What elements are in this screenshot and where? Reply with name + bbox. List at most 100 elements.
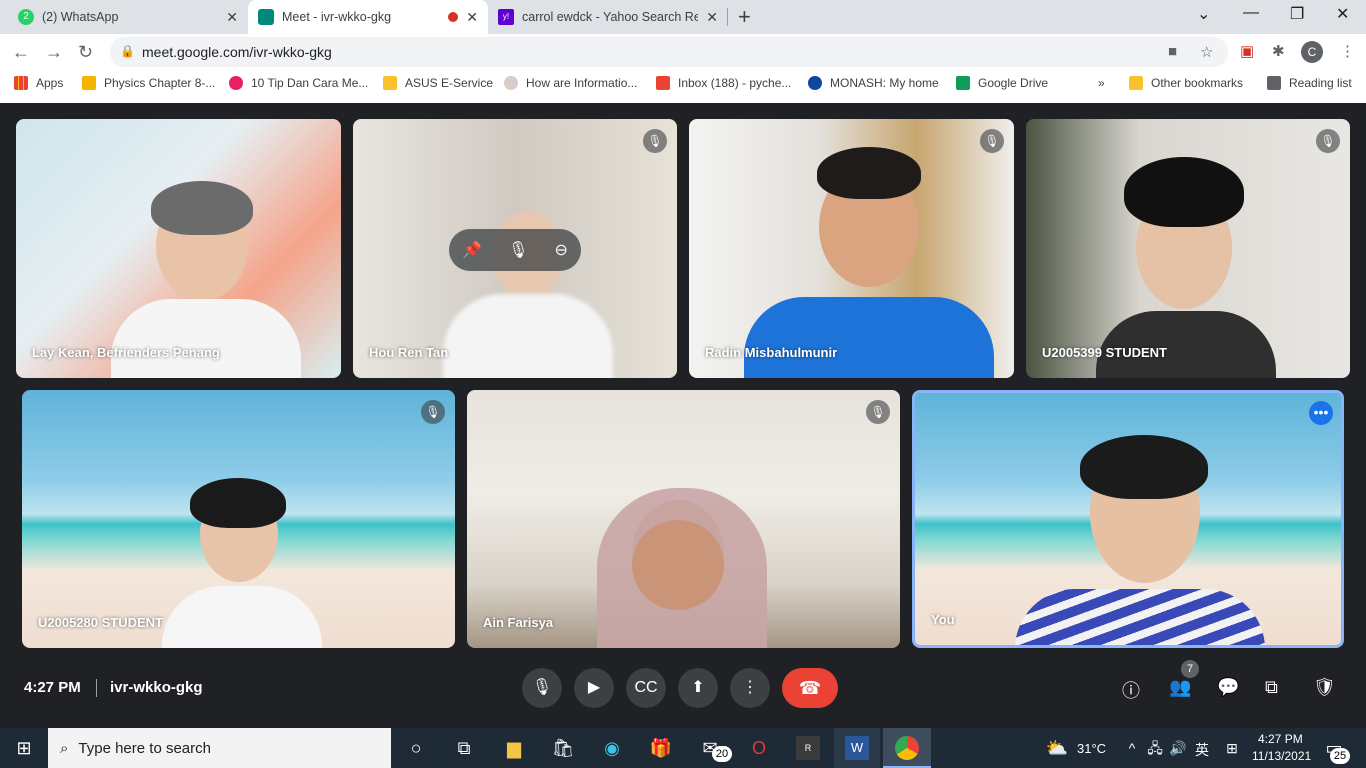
search-placeholder: Type here to search	[78, 739, 211, 757]
tab-title: carrol ewdck - Yahoo Search Resu	[522, 10, 699, 24]
bookmark-label: Apps	[36, 76, 64, 90]
bookmark-item[interactable]: How are Informatio...	[504, 76, 637, 90]
opera-icon[interactable]: O	[747, 736, 771, 760]
reading-list-button[interactable]: Reading list	[1267, 76, 1352, 90]
volume-icon[interactable]: 🔊	[1166, 736, 1190, 760]
camera-button[interactable]: ▶	[574, 668, 614, 708]
task-view-icon[interactable]: ⧉	[452, 736, 476, 760]
participant-name: You	[931, 612, 955, 627]
gift-icon[interactable]: 🎁	[649, 736, 673, 760]
bookmark-item[interactable]: 10 Tip Dan Cara Me...	[229, 76, 368, 90]
tab-search-icon[interactable]: ⌄	[1197, 4, 1210, 24]
bookmark-item[interactable]: ASUS E-Service	[383, 76, 493, 90]
bookmark-item[interactable]: MONASH: My home	[808, 76, 939, 90]
participant-tile[interactable]: 🎙 Radin Misbahulmunir	[689, 119, 1014, 378]
activities-icon[interactable]: ⧉	[1265, 677, 1278, 698]
bookmark-favicon	[82, 76, 96, 90]
store-icon[interactable]: 🛍	[551, 736, 575, 760]
tab-separator	[727, 8, 728, 26]
participant-tile[interactable]: 🎙 U2005280 STUDENT	[22, 390, 455, 648]
mic-off-icon: 🎙	[643, 129, 667, 153]
reload-icon[interactable]: ↻	[78, 42, 93, 63]
participant-tile-self[interactable]: ••• You	[912, 390, 1344, 648]
participant-name: Radin Misbahulmunir	[705, 345, 838, 360]
leave-call-button[interactable]: ☎	[782, 668, 838, 708]
chat-icon[interactable]: 💬	[1217, 677, 1239, 698]
bookmark-item[interactable]: Inbox (188) - pyche...	[656, 76, 791, 90]
clock-date[interactable]: 11/13/2021	[1252, 749, 1311, 763]
address-bar[interactable]: 🔒 meet.google.com/ivr-wkko-gkg ■ ☆	[110, 37, 1228, 67]
participant-name: Lay Kean, Befrienders Penang	[32, 345, 220, 360]
close-window-button[interactable]: ✕	[1336, 4, 1349, 24]
camera-icon[interactable]: ■	[1168, 43, 1177, 60]
edge-icon[interactable]: ◉	[600, 736, 624, 760]
ime-indicator[interactable]: 英	[1195, 740, 1209, 760]
windows-taskbar: ⊞ ⌕ Type here to search ○ ⧉ ▆ 🛍 ◉ 🎁 ✉ 20…	[0, 728, 1366, 768]
microphone-button[interactable]: 🎙	[522, 668, 562, 708]
mic-off-icon[interactable]: 🎙	[508, 240, 528, 260]
restore-button[interactable]: ❐	[1290, 4, 1304, 24]
participant-tile[interactable]: 🎙 Ain Farisya	[467, 390, 900, 648]
participant-name: Ain Farisya	[483, 615, 554, 630]
participant-video	[111, 299, 301, 378]
participant-name: Hou Ren Tan	[369, 345, 449, 360]
new-tab-button[interactable]: +	[738, 4, 751, 30]
taskbar-chrome-item[interactable]	[883, 728, 931, 768]
participant-video	[632, 520, 724, 610]
taskbar-search[interactable]: ⌕ Type here to search	[48, 728, 391, 768]
cortana-icon[interactable]: ○	[404, 736, 428, 760]
back-icon[interactable]: ←	[12, 42, 30, 63]
participant-tile[interactable]: Lay Kean, Befrienders Penang	[16, 119, 341, 378]
file-explorer-icon[interactable]: ▆	[502, 736, 526, 760]
more-options-button[interactable]: ⋮	[730, 668, 770, 708]
bookmark-item[interactable]: Physics Chapter 8-...	[82, 76, 215, 90]
taskbar-word-item[interactable]: W	[834, 728, 880, 768]
windows-start-icon[interactable]: ⊞	[12, 736, 36, 760]
tab-yahoo[interactable]: y! carrol ewdck - Yahoo Search Resu ✕	[488, 0, 728, 34]
mic-off-icon: 🎙	[1316, 129, 1340, 153]
whatsapp-icon: 2	[18, 9, 34, 25]
regex-app-icon[interactable]: R	[796, 736, 820, 760]
tab-meet[interactable]: Meet - ivr-wkko-gkg ✕	[248, 0, 488, 34]
participant-tile[interactable]: 🎙 U2005399 STUDENT	[1026, 119, 1350, 378]
gmail-icon	[656, 76, 670, 90]
network-icon[interactable]: 🖧	[1143, 736, 1167, 760]
info-icon[interactable]: ⓘ	[1122, 677, 1140, 703]
minimize-button[interactable]: —	[1243, 4, 1259, 22]
tab-whatsapp[interactable]: 2 (2) WhatsApp ✕	[8, 0, 248, 34]
bookmark-favicon	[383, 76, 397, 90]
bookmark-item[interactable]: Google Drive	[956, 76, 1048, 90]
participant-tile[interactable]: 📌 🎙 ⊖ 🎙 Hou Ren Tan	[353, 119, 677, 378]
bookmark-label: 10 Tip Dan Cara Me...	[251, 76, 369, 90]
chrome-icon	[895, 736, 919, 760]
meeting-controls-bar: 4:27 PM ivr-wkko-gkg 🎙 ▶ CC ⬆ ⋮ ☎ ⓘ 7 👥 …	[0, 655, 1366, 728]
close-tab-icon[interactable]: ✕	[466, 9, 478, 26]
present-button[interactable]: ⬆	[678, 668, 718, 708]
more-options-icon[interactable]: •••	[1309, 401, 1333, 425]
close-tab-icon[interactable]: ✕	[226, 9, 238, 26]
keyboard-layout-icon[interactable]: ⊞	[1220, 736, 1244, 760]
weather-icon[interactable]: ⛅	[1045, 736, 1069, 760]
show-hidden-icons[interactable]: ^	[1120, 736, 1144, 760]
bookmark-star-icon[interactable]: ☆	[1200, 43, 1213, 61]
bookmark-other[interactable]: Other bookmarks	[1129, 76, 1243, 90]
clock-time[interactable]: 4:27 PM	[1258, 732, 1303, 746]
bookmarks-overflow-button[interactable]: »	[1098, 76, 1105, 90]
browser-menu-icon[interactable]: ⋮	[1340, 42, 1355, 60]
forward-icon[interactable]: →	[45, 42, 63, 63]
participant-video	[817, 147, 921, 199]
pin-icon[interactable]: 📌	[462, 240, 482, 260]
word-icon: W	[845, 736, 869, 760]
extensions-puzzle-icon[interactable]: ✱	[1272, 42, 1285, 60]
close-tab-icon[interactable]: ✕	[706, 9, 718, 26]
profile-avatar[interactable]: C	[1301, 41, 1323, 63]
people-icon[interactable]: 👥	[1169, 677, 1191, 698]
remove-icon[interactable]: ⊖	[555, 240, 568, 260]
meeting-time: 4:27 PM	[24, 679, 81, 696]
bookmark-apps[interactable]: Apps	[14, 76, 63, 90]
host-controls-icon[interactable]: 🛡	[1313, 677, 1336, 698]
extension-icon[interactable]: ▣	[1240, 42, 1254, 60]
notification-count-badge: 25	[1330, 748, 1350, 764]
captions-button[interactable]: CC	[626, 668, 666, 708]
bookmarks-bar: Apps Physics Chapter 8-... 10 Tip Dan Ca…	[0, 70, 1366, 100]
